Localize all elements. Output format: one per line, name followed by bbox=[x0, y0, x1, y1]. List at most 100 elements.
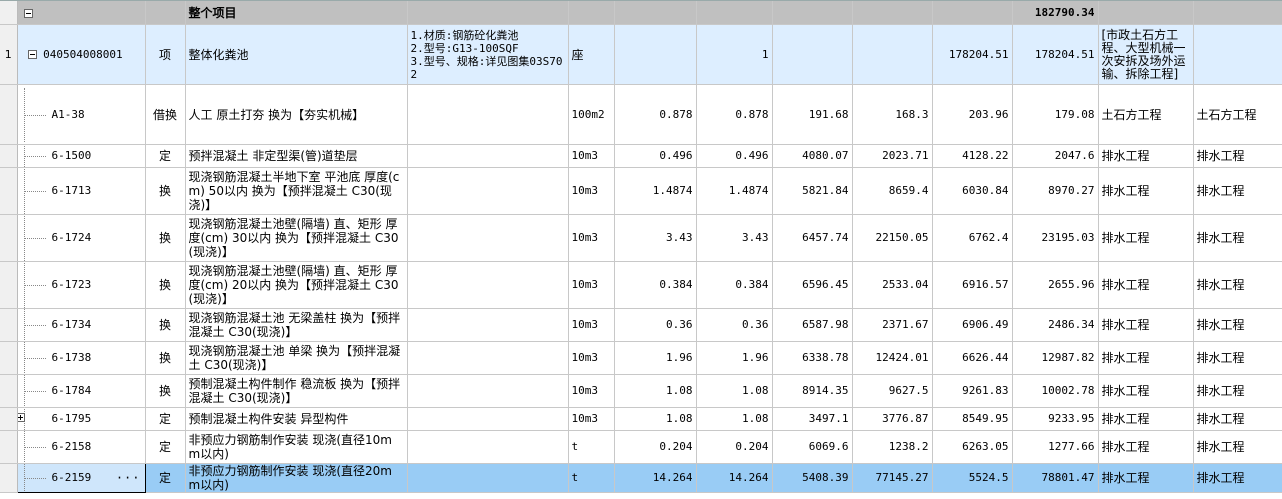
sub-item-code: 6-2158 bbox=[51, 440, 92, 453]
sub-item-name: 预制混凝土构件安装 异型构件 bbox=[185, 407, 408, 431]
sub-item-qty-expr: 3.43 bbox=[614, 214, 697, 262]
table-row[interactable]: 6-1738 换现浇钢筋混凝土池 单梁 换为【预拌混凝土 C30(现浇)】 10m3… bbox=[0, 341, 1282, 375]
sub-item-category: 排水工程 bbox=[1098, 144, 1194, 168]
sub-item-type: 定 bbox=[145, 407, 186, 431]
sub-item-price: 6338.78 bbox=[772, 341, 853, 375]
table-row[interactable]: 6-1784 换预制混凝土构件制作 稳流板 换为【预拌混凝土 C30(现浇)】 10… bbox=[0, 374, 1282, 408]
sub-item-category2: 排水工程 bbox=[1193, 374, 1282, 408]
sub-item-feature bbox=[407, 463, 569, 493]
tree-connector bbox=[18, 167, 52, 214]
table-row[interactable]: A1-38 借换 人工 原土打夯 换为【夯实机械】 100m2 0.878 0.878 19… bbox=[0, 84, 1282, 145]
project-total: 182790.34 bbox=[1012, 0, 1099, 25]
sub-item-qty-expr: 0.878 bbox=[614, 84, 697, 145]
sub-item-total1: 6762.4 bbox=[932, 214, 1013, 262]
sub-item-rate: 77145.27 bbox=[852, 463, 933, 493]
table-row[interactable]: 6-2158 定非预应力钢筋制作安装 现浇(直径10mm以内) t 0.204 0.20… bbox=[0, 430, 1282, 464]
sub-item-code-cell[interactable]: 6-1795 bbox=[17, 407, 146, 431]
expand-icon[interactable] bbox=[17, 413, 25, 422]
sub-item-unit: 10m3 bbox=[568, 374, 615, 408]
sub-item-price: 6587.98 bbox=[772, 308, 853, 342]
sub-item-price: 6596.45 bbox=[772, 261, 853, 309]
sub-item-total2: 78801.47 bbox=[1012, 463, 1099, 493]
sub-item-code-cell[interactable]: 6-1723 bbox=[17, 261, 146, 309]
sub-item-code-cell[interactable]: 6-1734 bbox=[17, 308, 146, 342]
sub-item-rate: 12424.01 bbox=[852, 341, 933, 375]
sub-item-total2: 9233.95 bbox=[1012, 407, 1099, 431]
sub-item-qty: 1.96 bbox=[696, 341, 773, 375]
sub-item-unit: 10m3 bbox=[568, 407, 615, 431]
table-row[interactable]: 6-1723 换现浇钢筋混凝土池壁(隔墙) 直、矩形 厚度(cm) 20以内 换为… bbox=[0, 261, 1282, 309]
sub-item-qty-expr: 14.264 bbox=[614, 463, 697, 493]
collapse-icon[interactable] bbox=[27, 50, 37, 59]
sub-item-feature bbox=[407, 144, 569, 168]
sub-item-qty-expr: 0.204 bbox=[614, 430, 697, 464]
sub-item-feature bbox=[407, 374, 569, 408]
sub-item-qty: 0.384 bbox=[696, 261, 773, 309]
sub-item-unit: 10m3 bbox=[568, 214, 615, 262]
project-row[interactable]: 整个项目 182790.34 bbox=[0, 0, 1282, 25]
collapse-icon[interactable] bbox=[23, 8, 33, 18]
sub-item-rate: 22150.05 bbox=[852, 214, 933, 262]
sub-item-type: 换 bbox=[145, 341, 186, 375]
sub-item-category: 排水工程 bbox=[1098, 308, 1194, 342]
sub-item-price: 6069.6 bbox=[772, 430, 853, 464]
item-type: 项 bbox=[145, 24, 186, 85]
sub-item-feature bbox=[407, 308, 569, 342]
sub-item-total1: 6263.05 bbox=[932, 430, 1013, 464]
sub-item-code: 6-1784 bbox=[51, 384, 92, 397]
sub-item-code-cell[interactable]: 6-2158 bbox=[17, 430, 146, 464]
sub-item-feature bbox=[407, 341, 569, 375]
sub-item-feature bbox=[407, 261, 569, 309]
sub-item-code-cell[interactable]: 6-1713 bbox=[17, 167, 146, 215]
sub-item-total2: 12987.82 bbox=[1012, 341, 1099, 375]
tree-connector bbox=[17, 407, 52, 430]
sub-item-code: 6-2159 bbox=[51, 471, 92, 484]
sub-item-price: 4080.07 bbox=[772, 144, 853, 168]
table-row[interactable]: 6-2159 ··· 定非预应力钢筋制作安装 现浇(直径20mm以内) t 14.264… bbox=[0, 463, 1282, 493]
sub-item-total1: 6916.57 bbox=[932, 261, 1013, 309]
sub-item-total2: 2047.6 bbox=[1012, 144, 1099, 168]
bill-table: 序号 整个项目 182790.34 1 040504008001 项 整体化粪池… bbox=[0, 0, 1282, 493]
more-icon[interactable]: ··· bbox=[116, 471, 141, 485]
table-row[interactable]: 6-1713 换现浇钢筋混凝土半地下室 平池底 厚度(cm) 50以内 换为【预拌… bbox=[0, 167, 1282, 215]
sub-item-category: 排水工程 bbox=[1098, 407, 1194, 431]
sub-item-code: 6-1723 bbox=[51, 278, 92, 291]
sub-item-type: 定 bbox=[145, 430, 186, 464]
table-row[interactable]: 6-1734 换现浇钢筋混凝土池 无梁盖柱 换为【预拌混凝土 C30(现浇)】 10… bbox=[0, 308, 1282, 342]
sub-item-code-cell[interactable]: 6-1784 bbox=[17, 374, 146, 408]
sub-item-rate: 3776.87 bbox=[852, 407, 933, 431]
sub-item-code-cell[interactable]: A1-38 bbox=[17, 84, 146, 145]
sub-item-code-cell[interactable]: 6-2159 ··· bbox=[16, 463, 146, 493]
sub-item-code: 6-1713 bbox=[51, 184, 92, 197]
item-qty: 1 bbox=[696, 24, 773, 85]
sub-item-qty-expr: 0.496 bbox=[614, 144, 697, 168]
sub-item-total1: 6626.44 bbox=[932, 341, 1013, 375]
tree-connector bbox=[18, 374, 52, 407]
sub-item-code-cell[interactable]: 6-1724 bbox=[17, 214, 146, 262]
sub-item-rate: 9627.5 bbox=[852, 374, 933, 408]
sub-item-total1: 203.96 bbox=[932, 84, 1013, 145]
sub-item-unit: 10m3 bbox=[568, 144, 615, 168]
table-row[interactable]: 6-1724 换现浇钢筋混凝土池壁(隔墙) 直、矩形 厚度(cm) 30以内 换为… bbox=[0, 214, 1282, 262]
table-row[interactable]: 6-1795 定预制混凝土构件安装 异型构件 10m3 1.08 1.08 3497.1 3… bbox=[0, 407, 1282, 431]
sub-item-category2: 排水工程 bbox=[1193, 463, 1282, 493]
item-qty-expr bbox=[614, 24, 697, 85]
sub-item-category2: 排水工程 bbox=[1193, 430, 1282, 464]
sub-item-unit: 100m2 bbox=[568, 84, 615, 145]
table-row[interactable]: 6-1500 定预拌混凝土 非定型渠(管)道垫层 10m3 0.496 0.496 408… bbox=[0, 144, 1282, 168]
sub-item-total1: 8549.95 bbox=[932, 407, 1013, 431]
row-index: 1 bbox=[0, 24, 18, 85]
sub-item-unit: t bbox=[568, 463, 615, 493]
main-item-row[interactable]: 1 040504008001 项 整体化粪池 1.材质:钢筋砼化粪池 2.型号:… bbox=[0, 24, 1282, 85]
sub-item-qty: 0.36 bbox=[696, 308, 773, 342]
sub-item-total2: 179.08 bbox=[1012, 84, 1099, 145]
sub-item-name: 预制混凝土构件制作 稳流板 换为【预拌混凝土 C30(现浇)】 bbox=[185, 374, 408, 408]
tree-connector bbox=[18, 87, 52, 142]
sub-item-code-cell[interactable]: 6-1738 bbox=[17, 341, 146, 375]
sub-item-category2: 土石方工程 bbox=[1193, 84, 1282, 145]
sub-item-category: 排水工程 bbox=[1098, 214, 1194, 262]
item-price bbox=[772, 24, 853, 85]
sub-item-code-cell[interactable]: 6-1500 bbox=[17, 144, 146, 168]
sub-item-price: 6457.74 bbox=[772, 214, 853, 262]
sub-item-qty: 0.496 bbox=[696, 144, 773, 168]
